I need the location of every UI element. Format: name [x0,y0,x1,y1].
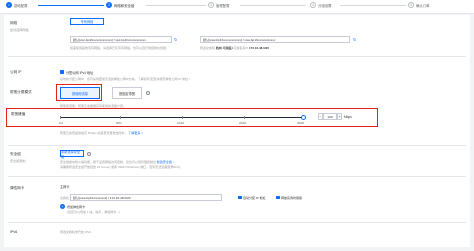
tick-1 [60,116,61,119]
public-ip-checkbox-label: 分配公网 IPv4 地址 [66,71,94,75]
vswitch-select[interactable]: 默认[vsw-bp1fxxxxxxxxxxxx] / vsw-bp1fxxxxx… [200,36,350,43]
eni-auto-ip-checkbox[interactable] [238,195,242,200]
step-5[interactable]: 5 确认订单 [408,2,430,8]
bandwidth-slider-handle[interactable] [301,115,306,120]
add-eni-note: (您还可以增加 1 块，提示，弹性网卡...) [67,210,120,214]
step-4-number: 4 [310,2,316,8]
bandwidth-unit: Mbps [344,114,352,119]
security-group-label: 安全组 [10,152,21,156]
vswitch-note-cidr: 172.16.48.0/20 [249,46,270,50]
vpc-select[interactable]: 默认[vpc-bp1fxxxxxxxxxxxxx] / vpc-bp1fxxxx… [70,36,172,43]
step-4-label: 分组设置 [318,3,332,8]
divider-3 [8,176,466,177]
eni-auto-ip-label: 自动分配 IP 地址 [243,195,266,200]
vswitch-note-zone: 杭州 可用区I [215,46,233,50]
bandwidth-label: 带宽峰值 [11,112,26,116]
tick-3 [182,116,183,119]
step-4[interactable]: 4 分组设置 [310,2,332,8]
add-eni-label[interactable]: 增加弹性网卡 [67,205,85,209]
reselect-security-group-button[interactable]: 重新选择安全组 [60,150,84,159]
bandwidth-value-input[interactable]: 100 [323,113,337,120]
tick-label-5: 300M [297,120,304,125]
tick-4 [244,116,245,119]
eni-net-label: 交换机 [60,196,70,200]
vswitch-note-prefix: 所选交换机 [200,46,216,50]
step-5-number: 5 [408,2,414,8]
divider-1 [8,56,466,57]
billing-option-fixed[interactable]: 按固定带宽 [112,87,142,99]
step-connector-3 [240,5,306,6]
eni-header: 主网卡 [60,185,70,189]
security-group-note-text: 安全组类似防火墙功能，用于设置网络访问控制，您也可以到管理控制台 [60,160,157,164]
bandwidth-note-text: 阿里云免费提供最高 5Gbps 的恶意流量攻击防护， [60,131,128,135]
billing-help-icon[interactable] [146,91,150,95]
wizard-steps: ✓ 基础配置 2 网络和安全组 3 管理配置 4 分组设置 5 确认订单 [0,0,474,14]
step-3-number: 3 [208,2,214,8]
step-1-label: 基础配置 [14,3,28,8]
step-2[interactable]: 2 网络和安全组 [106,2,134,8]
billing-label: 带宽计费模式 [10,90,32,94]
divider-4 [8,222,466,223]
step-connector-4 [340,5,406,6]
eni-vswitch-select[interactable]: 默认[vsw-bp1fxxxxxxxxx] / 172.16.48.0/20 [70,194,222,201]
bandwidth-increment-button[interactable]: + [337,113,342,120]
network-note: 如需使用其他专有网络，请选择已有专有网络，也可以自行到控制台创建。 [70,46,170,50]
ipv6-label: IPv6 [10,230,18,234]
ipv6-note: 所选交换机未开启 IPv6 [60,230,91,234]
vpc-refresh-icon[interactable]: ↻ [174,37,177,42]
tick-label-4: 200M [239,120,246,125]
security-group-sublabel[interactable]: 安全组限制 [10,158,25,163]
public-ip-note: 系统将分配公网IP，也可采用更加灵活的弹性公网IP方案，了解如何 配置并绑定弹性… [60,77,191,81]
vswitch-refresh-icon[interactable]: ↻ [353,37,356,42]
step-3[interactable]: 3 管理配置 [208,2,230,8]
bandwidth-learn-more-link[interactable]: 了解更多 > [128,131,143,135]
step-3-label: 管理配置 [216,3,230,8]
step-2-label: 网络和安全组 [114,3,135,8]
network-sublabel[interactable]: 如何选择网络 [10,27,29,32]
tick-label-1: 1M [59,120,63,125]
divider-2 [8,145,466,146]
network-label: 网络 [10,21,18,25]
bandwidth-note: 阿里云免费提供最高 5Gbps 的恶意流量攻击防护， 了解更多 > [60,131,143,135]
step-2-number: 2 [106,2,112,8]
step-connector-1 [38,5,104,6]
step-1-check-icon: ✓ [6,2,12,8]
public-ip-checkbox[interactable] [60,70,64,74]
public-ip-label: 公网 IP [10,70,22,74]
step-1[interactable]: ✓ 基础配置 [6,2,28,8]
tick-label-3: 100M [177,120,184,125]
security-group-help-icon[interactable] [87,151,91,156]
security-group-note-2: 请确保所选安全组开放包含 22 (Linux) 或者 3389 (Windows… [60,165,183,169]
eni-keep-checkbox[interactable] [276,195,280,200]
add-eni-plus-icon[interactable]: + [60,204,65,209]
vpc-type-button[interactable]: 专有网络 [70,18,104,25]
eni-keep-label: 释放实例时保留 [281,195,303,200]
create-security-group-link[interactable]: 新建安全组 > [157,160,175,164]
security-group-note: 安全组类似防火墙功能，用于设置网络访问控制，您也可以到管理控制台 新建安全组 > [60,160,174,164]
eni-label: 弹性网卡 [10,186,25,190]
tick-2 [120,116,121,119]
tick-label-2: 50M [116,120,122,125]
vswitch-note: 所选交换机 杭州 可用区I 可用私有IP 172.16.48.0/20 [200,46,269,50]
vswitch-note-avail: 可用私有IP [233,46,249,50]
step-5-label: 确认订单 [416,3,430,8]
step-connector-2 [146,5,206,6]
billing-highlight-box [56,84,102,101]
